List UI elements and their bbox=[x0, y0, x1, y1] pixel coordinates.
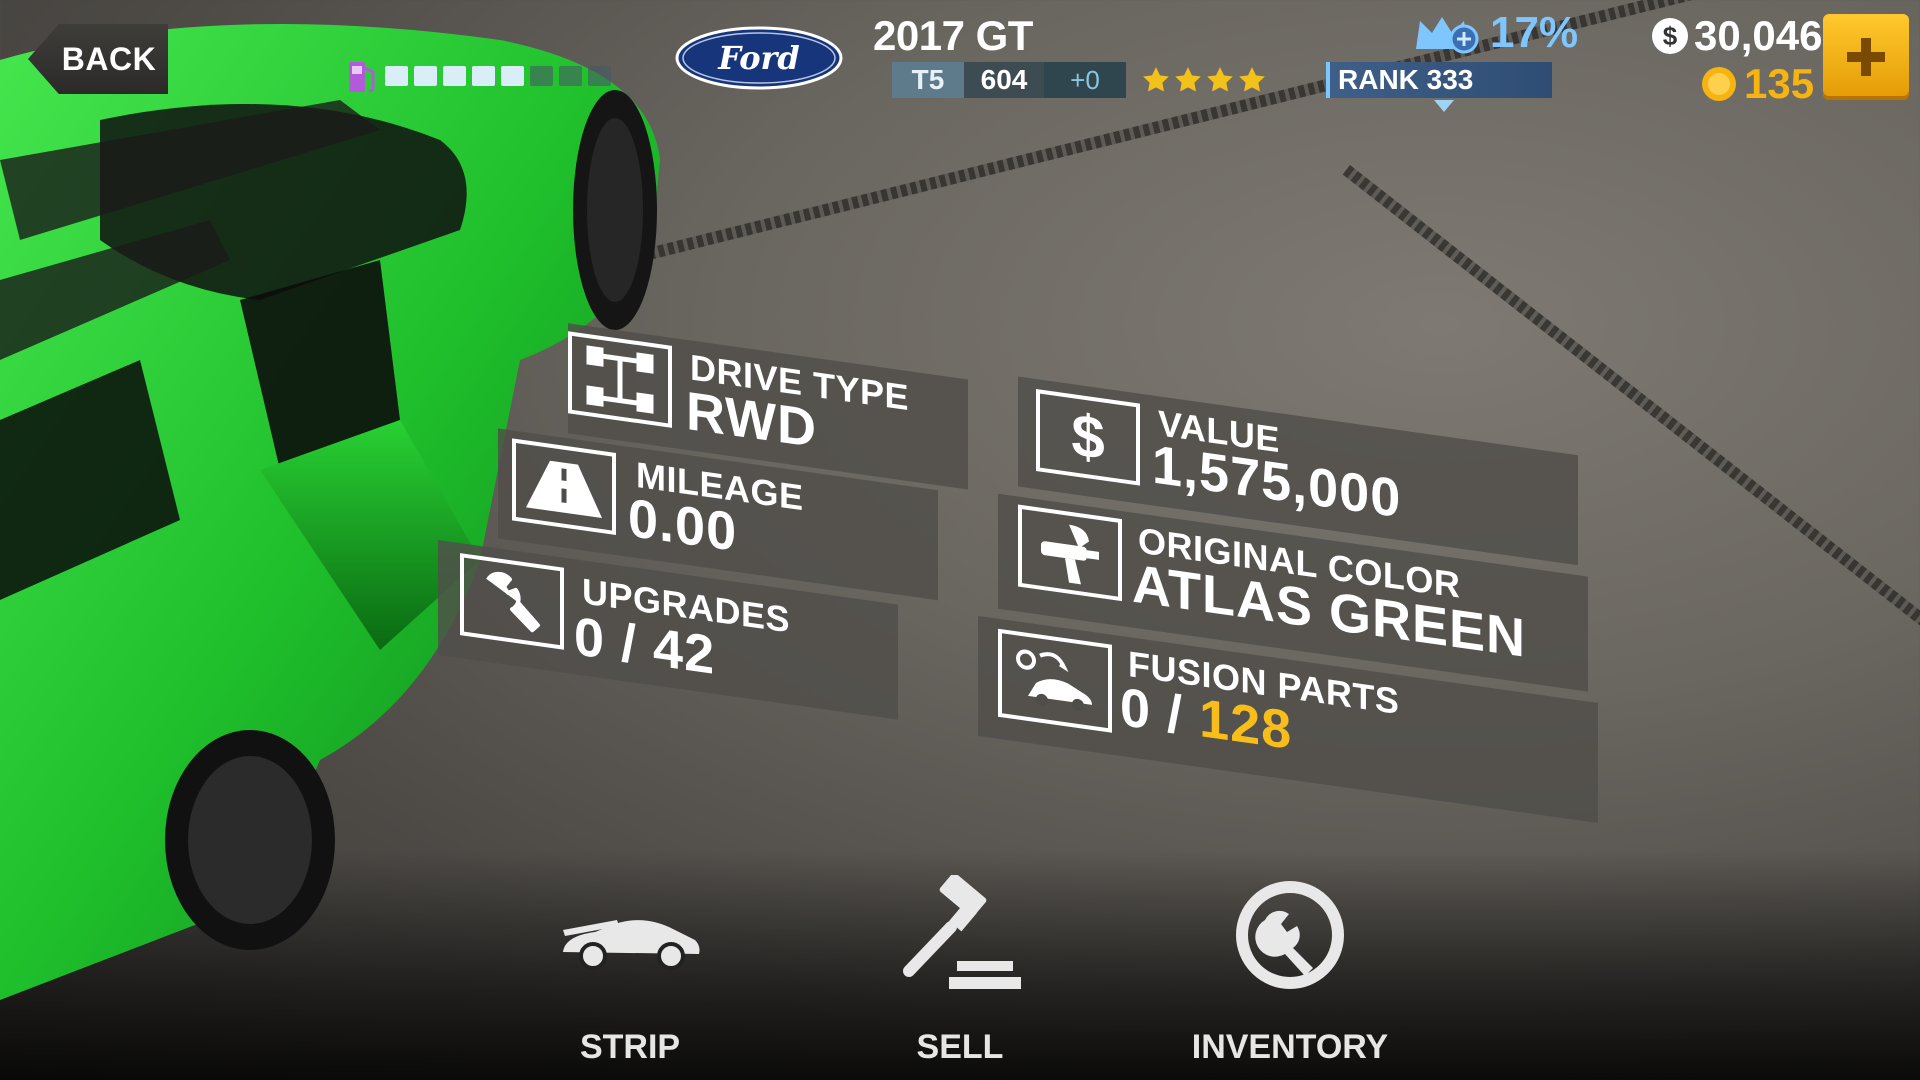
star-icon bbox=[1239, 67, 1265, 92]
spray-gun-icon bbox=[1018, 504, 1122, 602]
sell-label: SELL bbox=[916, 1028, 1004, 1066]
plus-icon bbox=[1847, 38, 1885, 76]
strip-label: STRIP bbox=[579, 1028, 681, 1066]
ford-logo: Ford bbox=[675, 26, 843, 90]
fuel-segment-empty bbox=[559, 66, 582, 86]
star-icon bbox=[1143, 67, 1169, 92]
star-icon bbox=[1207, 67, 1233, 92]
tier-badge: T5 bbox=[892, 62, 964, 98]
inventory-button[interactable]: INVENTORY bbox=[1180, 870, 1400, 1067]
road-icon bbox=[512, 438, 616, 536]
back-button-label: BACK bbox=[61, 40, 157, 77]
fusion-car-icon bbox=[998, 628, 1112, 733]
crown-rp-icon bbox=[1416, 17, 1479, 54]
fuel-pump-icon bbox=[349, 62, 375, 93]
fusion-parts-owned: 0 / bbox=[1120, 676, 1184, 746]
gavel-icon bbox=[903, 875, 1021, 989]
performance-value: 604 bbox=[964, 62, 1044, 98]
rank-bar[interactable]: RANK 333 bbox=[1326, 62, 1552, 98]
fuel-segment-empty bbox=[530, 66, 553, 86]
strip-button[interactable]: STRIP bbox=[520, 870, 740, 1067]
fuel-segment bbox=[501, 66, 524, 86]
fuel-segment-empty bbox=[588, 66, 611, 86]
inventory-wrench-icon bbox=[1236, 881, 1344, 989]
inventory-label: INVENTORY bbox=[1191, 1028, 1389, 1066]
wrench-icon bbox=[460, 553, 564, 650]
cash-value: 30,046 bbox=[1694, 12, 1823, 59]
fuel-gauge bbox=[345, 56, 611, 96]
add-currency-button[interactable] bbox=[1823, 14, 1909, 100]
car-hood-icon bbox=[563, 920, 700, 970]
car-stats-row: T5 604 +0 bbox=[892, 62, 1266, 98]
gold-balance: 135 bbox=[1700, 60, 1814, 108]
performance-delta: +0 bbox=[1044, 62, 1126, 98]
star-rating bbox=[1142, 66, 1266, 94]
car-title: 2017 GT bbox=[873, 12, 1033, 59]
rp-progress[interactable]: 17% bbox=[1412, 8, 1578, 58]
drivetrain-icon bbox=[568, 331, 672, 428]
svg-text:Ford: Ford bbox=[717, 39, 800, 77]
fuel-segment bbox=[443, 66, 466, 86]
star-icon bbox=[1175, 67, 1201, 92]
sell-button[interactable]: SELL bbox=[850, 870, 1070, 1067]
fuel-segment bbox=[414, 66, 437, 86]
svg-text:$: $ bbox=[1663, 21, 1678, 51]
dollar-coin-icon: $ bbox=[1652, 18, 1688, 54]
rank-label: RANK 333 bbox=[1338, 64, 1474, 95]
chevron-down-icon[interactable] bbox=[1434, 100, 1454, 112]
fusion-parts-total: 128 bbox=[1199, 687, 1293, 762]
fuel-segment bbox=[385, 66, 408, 86]
gold-value: 135 bbox=[1744, 60, 1815, 107]
dollar-icon: $ bbox=[1036, 389, 1140, 486]
cash-balance: $ 30,046 bbox=[1650, 12, 1822, 60]
rp-percent: 17% bbox=[1490, 8, 1579, 57]
fuel-segment bbox=[472, 66, 495, 86]
gold-coin-icon bbox=[1702, 67, 1736, 101]
